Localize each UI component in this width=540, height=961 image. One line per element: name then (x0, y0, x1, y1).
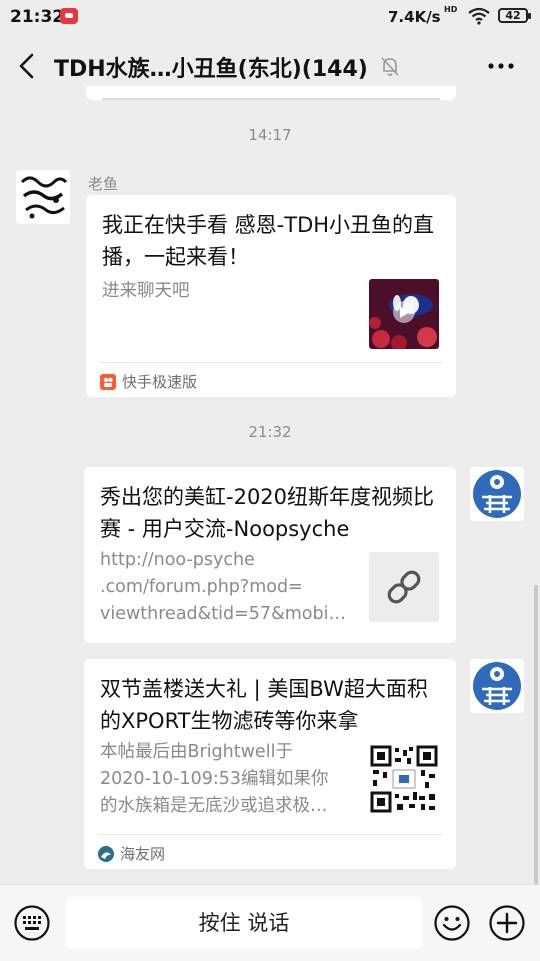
card-thumbnail (369, 552, 439, 622)
hd-badge: HD (444, 5, 458, 14)
kuaishou-share-card[interactable]: 我正在快手看 感恩-TDH小丑鱼的直播，一起来看！ 进来聊天吧 快手极速版 (86, 195, 456, 397)
card-description: 本帖最后由Brightwell于 2020-10-109:53编辑如果你 的水族… (100, 742, 329, 816)
chat-title: TDH水族…小丑鱼(东北)(144) (54, 57, 368, 82)
user-avatar-icon (470, 467, 524, 521)
keyboard-icon[interactable] (14, 905, 50, 941)
dragon-avatar-icon (16, 170, 70, 224)
card-description: 进来聊天吧 (102, 281, 190, 301)
self-avatar[interactable] (470, 659, 524, 713)
card-description: http://noo-psyche .com/forum.php?mod= vi… (100, 550, 346, 624)
message-timestamp: 14:17 (248, 126, 292, 144)
haiyou-site-icon (98, 845, 114, 862)
message-timestamp: 21:32 (248, 423, 292, 441)
qr-code-image (369, 744, 439, 814)
noopsyche-link-card[interactable]: 秀出您的美缸-2020纽斯年度视频比赛 - 用户交流-Noopsyche htt… (84, 467, 456, 643)
kuaishou-app-icon (100, 373, 116, 390)
card-title: 双节盖楼送大礼 | 美国BW超大面积的XPORT生物滤砖等你来拿 (100, 677, 428, 733)
status-time: 21:32 (10, 7, 65, 27)
previous-message-bubble (86, 86, 456, 100)
sender-avatar[interactable] (16, 170, 70, 224)
emoji-icon[interactable] (434, 905, 470, 941)
haiyou-forum-card[interactable]: 双节盖楼送大礼 | 美国BW超大面积的XPORT生物滤砖等你来拿 本帖最后由Br… (84, 659, 456, 869)
card-source: 快手极速版 (100, 371, 197, 392)
back-arrow-icon[interactable] (14, 52, 40, 80)
input-bar: 按住 说话 (0, 884, 540, 961)
card-source: 海友网 (98, 843, 165, 864)
user-avatar-icon (470, 659, 524, 713)
link-icon (387, 570, 421, 604)
card-title: 秀出您的美缸-2020纽斯年度视频比赛 - 用户交流-Noopsyche (100, 485, 435, 541)
wifi-icon (468, 7, 490, 25)
battery-icon: 42 (498, 8, 531, 23)
network-speed: 7.4K/s (388, 8, 441, 26)
card-divider (100, 362, 442, 363)
self-avatar[interactable] (470, 467, 524, 521)
plus-icon[interactable] (489, 905, 525, 941)
mute-bell-icon (381, 57, 399, 76)
source-label: 海友网 (120, 845, 166, 863)
source-label: 快手极速版 (122, 373, 198, 391)
status-bar: 21:32 7.4K/s HD 42 (0, 0, 540, 34)
card-thumbnail (369, 279, 439, 349)
card-title: 我正在快手看 感恩-TDH小丑鱼的直播，一起来看！ (102, 213, 435, 269)
hold-to-talk-button[interactable]: 按住 说话 (66, 897, 422, 949)
notification-icon (60, 8, 78, 24)
sender-name: 老鱼 (88, 175, 119, 193)
more-options-icon[interactable] (486, 54, 516, 78)
scrollbar[interactable] (534, 585, 538, 885)
card-divider (98, 834, 442, 835)
card-thumbnail (369, 744, 439, 814)
